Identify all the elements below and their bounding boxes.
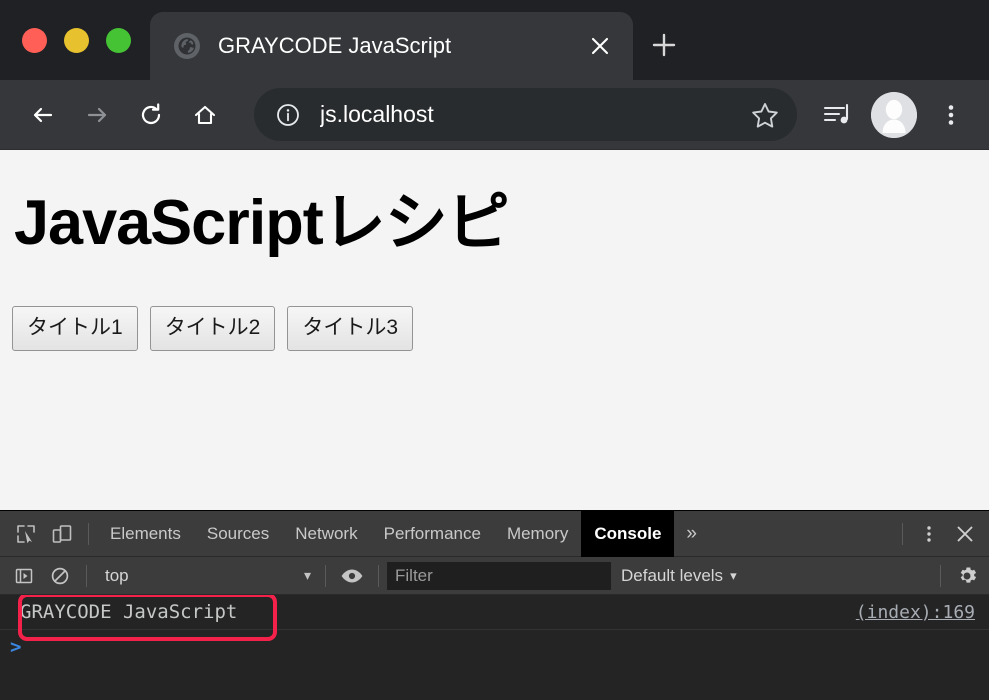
new-tab-button[interactable] bbox=[633, 14, 695, 76]
settings-gear-icon[interactable] bbox=[949, 558, 985, 594]
browser-toolbar: js.localhost bbox=[0, 80, 989, 150]
window-minimize-button[interactable] bbox=[64, 27, 89, 53]
console-log-message: GRAYCODE JavaScript bbox=[20, 601, 238, 623]
devtools-menu-icon[interactable] bbox=[911, 516, 947, 552]
chevron-down-icon: ▾ bbox=[303, 567, 311, 583]
reload-button[interactable] bbox=[124, 88, 178, 142]
divider bbox=[325, 564, 326, 587]
divider bbox=[86, 564, 87, 587]
window-maximize-button[interactable] bbox=[106, 27, 131, 53]
divider bbox=[902, 522, 903, 545]
url-text: js.localhost bbox=[320, 101, 434, 127]
star-icon[interactable] bbox=[747, 97, 783, 133]
window-close-button[interactable] bbox=[22, 27, 47, 53]
home-button[interactable] bbox=[178, 88, 232, 142]
console-filter-input[interactable] bbox=[387, 561, 611, 590]
tab-network[interactable]: Network bbox=[282, 511, 370, 557]
more-tabs-button[interactable]: » bbox=[674, 511, 709, 557]
avatar[interactable] bbox=[871, 91, 917, 138]
divider bbox=[940, 564, 941, 587]
console-toolbar: top ▾ Default levels ▾ bbox=[0, 557, 989, 595]
tab-close-button[interactable] bbox=[583, 29, 617, 63]
tab-title: GRAYCODE JavaScript bbox=[218, 33, 452, 58]
browser-tab[interactable]: GRAYCODE JavaScript bbox=[150, 12, 633, 80]
globe-icon bbox=[174, 33, 200, 59]
devtools-tabbar: Elements Sources Network Performance Mem… bbox=[0, 510, 989, 557]
media-playlist-icon[interactable] bbox=[813, 91, 861, 139]
execution-context-selector[interactable]: top ▾ bbox=[97, 562, 317, 590]
console-sidebar-icon[interactable] bbox=[6, 558, 42, 594]
title3-button[interactable]: タイトル3 bbox=[287, 306, 414, 351]
log-level-selector[interactable]: Default levels ▾ bbox=[611, 566, 747, 586]
address-bar[interactable]: js.localhost bbox=[254, 88, 797, 141]
tab-memory[interactable]: Memory bbox=[494, 511, 581, 557]
console-log-row[interactable]: GRAYCODE JavaScript (index):169 bbox=[0, 595, 989, 630]
back-button[interactable] bbox=[16, 88, 70, 142]
page-button-row: タイトル1 タイトル2 タイトル3 bbox=[12, 306, 989, 351]
title1-button[interactable]: タイトル1 bbox=[12, 306, 138, 351]
chevron-down-icon: ▾ bbox=[730, 567, 737, 583]
console-prompt-caret: > bbox=[10, 636, 22, 658]
console-prompt-row[interactable]: > bbox=[0, 630, 989, 664]
tab-strip: GRAYCODE JavaScript bbox=[0, 0, 989, 80]
divider bbox=[378, 564, 379, 587]
inspect-element-icon[interactable] bbox=[8, 516, 44, 552]
device-toolbar-icon[interactable] bbox=[44, 516, 80, 552]
tab-console[interactable]: Console bbox=[581, 510, 675, 557]
console-output: GRAYCODE JavaScript (index):169 > bbox=[0, 595, 989, 700]
tab-sources[interactable]: Sources bbox=[194, 511, 282, 557]
title2-button[interactable]: タイトル2 bbox=[149, 306, 276, 351]
console-log-source-link[interactable]: (index):169 bbox=[856, 602, 975, 623]
tab-performance[interactable]: Performance bbox=[371, 511, 494, 557]
devtools-panel: Elements Sources Network Performance Mem… bbox=[0, 510, 989, 700]
execution-context-label: top bbox=[105, 565, 129, 585]
page-viewport: JavaScriptレシピ タイトル1 タイトル2 タイトル3 bbox=[0, 150, 989, 510]
info-circle-icon[interactable] bbox=[274, 101, 302, 129]
window-controls bbox=[0, 0, 150, 80]
log-level-label: Default levels bbox=[621, 565, 724, 585]
browser-window: GRAYCODE JavaScript js.localhost JavaScr… bbox=[0, 0, 989, 700]
page-title: JavaScriptレシピ bbox=[14, 188, 510, 258]
devtools-close-button[interactable] bbox=[947, 516, 983, 552]
tab-elements[interactable]: Elements bbox=[97, 511, 194, 557]
clear-console-icon[interactable] bbox=[42, 558, 78, 594]
three-dot-menu-icon[interactable] bbox=[927, 91, 975, 139]
divider bbox=[88, 522, 89, 545]
live-expression-icon[interactable] bbox=[334, 558, 370, 594]
forward-button[interactable] bbox=[70, 88, 124, 142]
